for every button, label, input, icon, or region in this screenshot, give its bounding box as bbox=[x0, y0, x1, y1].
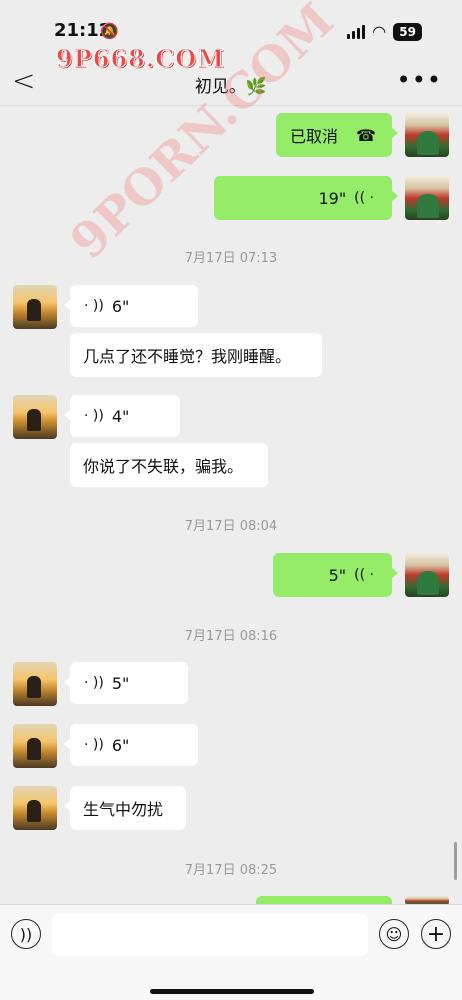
voice-wave-icon: · )) bbox=[84, 298, 104, 314]
voice-duration: 5" bbox=[111, 673, 130, 693]
message-text: 生气中勿扰 bbox=[83, 800, 164, 819]
text-bubble-in[interactable]: 生气中勿扰 bbox=[64, 786, 186, 830]
voice-bubble-in[interactable]: · )) 4" bbox=[64, 395, 180, 437]
battery-indicator: 59 bbox=[393, 22, 422, 41]
home-indicator[interactable] bbox=[150, 989, 314, 994]
voice-input-icon[interactable]: )) bbox=[11, 919, 41, 949]
voice-wave-icon: · )) bbox=[84, 675, 104, 691]
contact-avatar[interactable] bbox=[13, 285, 57, 329]
voice-duration: 5" bbox=[328, 565, 347, 585]
plus-icon[interactable]: + bbox=[421, 919, 451, 949]
message-text: 你说了不失联，骗我。 bbox=[83, 457, 244, 476]
timestamp: 7月17日 08:04 bbox=[184, 519, 278, 534]
voice-wave-icon: · )) bbox=[84, 408, 104, 424]
phone-hangup-icon: ☎ bbox=[356, 125, 376, 145]
my-avatar[interactable] bbox=[405, 113, 449, 157]
voice-wave-icon: (( · bbox=[354, 190, 374, 206]
my-avatar[interactable] bbox=[405, 176, 449, 220]
contact-avatar[interactable] bbox=[13, 786, 57, 830]
cellular-signal-icon bbox=[346, 24, 365, 39]
wifi-icon: ◠ bbox=[372, 22, 386, 41]
text-bubble-in[interactable]: 几点了还不睡觉？我刚睡醒。 bbox=[70, 333, 322, 377]
mute-bell-icon: 🔕 bbox=[100, 22, 119, 40]
my-avatar[interactable] bbox=[405, 553, 449, 597]
text-bubble-in[interactable]: 你说了不失联，骗我。 bbox=[70, 443, 268, 487]
voice-wave-icon: · )) bbox=[84, 737, 104, 753]
contact-avatar[interactable] bbox=[13, 724, 57, 768]
timestamp: 7月17日 08:25 bbox=[184, 863, 278, 878]
voice-bubble-out[interactable]: 19" (( · bbox=[214, 176, 398, 220]
timestamp: 7月17日 07:13 bbox=[184, 251, 278, 266]
voice-duration: 4" bbox=[111, 406, 130, 426]
voice-bubble-out[interactable]: 5" (( · bbox=[273, 553, 398, 597]
voice-duration: 6" bbox=[111, 296, 130, 316]
voice-duration: 19" bbox=[318, 188, 347, 208]
contact-avatar[interactable] bbox=[13, 662, 57, 706]
call-bubble[interactable]: 已取消 ☎ bbox=[276, 113, 398, 157]
voice-wave-icon: (( · bbox=[354, 567, 374, 583]
contact-avatar[interactable] bbox=[13, 395, 57, 439]
voice-bubble-in[interactable]: · )) 6" bbox=[64, 724, 198, 766]
call-status-text: 已取消 bbox=[290, 127, 339, 146]
voice-bubble-in[interactable]: · )) 5" bbox=[64, 662, 188, 704]
message-input[interactable] bbox=[52, 914, 368, 956]
status-indicators: ◠ 59 bbox=[346, 22, 422, 41]
voice-bubble-in[interactable]: · )) 6" bbox=[64, 285, 198, 327]
scrollbar[interactable] bbox=[454, 842, 457, 880]
ellipsis-icon[interactable]: ••• bbox=[397, 66, 442, 94]
smiley-icon[interactable]: ☺ bbox=[379, 919, 409, 949]
input-bar: )) ☺ + bbox=[0, 904, 462, 1000]
voice-duration: 6" bbox=[111, 735, 130, 755]
message-text: 几点了还不睡觉？我刚睡醒。 bbox=[83, 347, 292, 366]
timestamp: 7月17日 08:16 bbox=[184, 629, 278, 644]
